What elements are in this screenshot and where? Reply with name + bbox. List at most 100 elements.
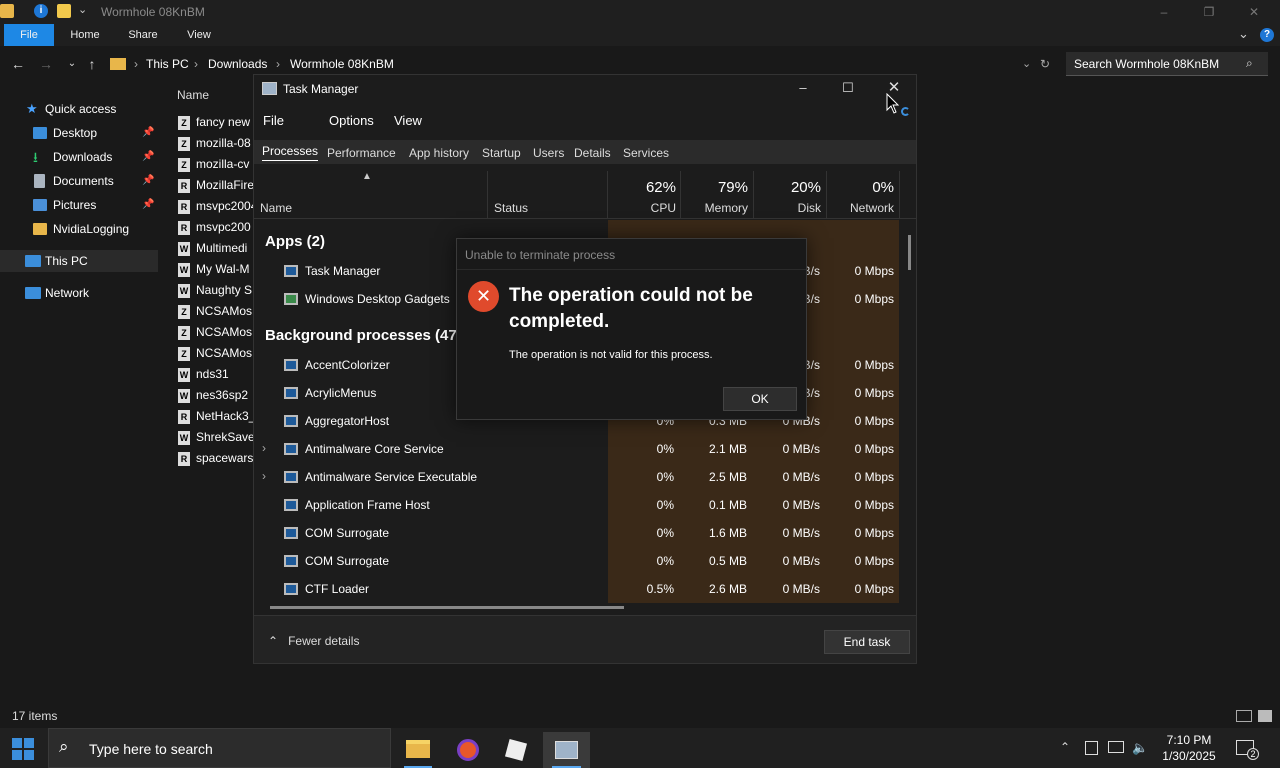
search-icon[interactable]: ⌕ xyxy=(1246,56,1253,71)
windows-start-icon[interactable] xyxy=(12,738,34,760)
tab-share[interactable]: Share xyxy=(120,24,166,46)
menu-view[interactable]: View xyxy=(394,113,422,128)
fewer-details-button[interactable]: ⌃ Fewer details xyxy=(268,634,359,648)
ok-button[interactable]: OK xyxy=(723,387,797,411)
nav-quick-access[interactable]: ★ Quick access xyxy=(0,98,158,120)
taskbar-clock[interactable]: 7:10 PM 1/30/2025 xyxy=(1156,732,1222,764)
tab-app-history[interactable]: App history xyxy=(409,146,469,160)
nav-desktop[interactable]: Desktop 📌 xyxy=(0,122,158,144)
chevron-down-icon[interactable]: ⌄ xyxy=(1022,57,1031,70)
memory-percent[interactable]: 79% xyxy=(684,179,748,196)
process-row[interactable]: › Antimalware Service Executable 0% 2.5 MB 0… xyxy=(254,463,899,491)
taskbar-firefox[interactable] xyxy=(446,732,490,768)
process-row[interactable]: COM Surrogate 0% 0.5 MB 0 MB/s 0 Mbps xyxy=(254,547,899,575)
nav-network[interactable]: Network xyxy=(0,282,158,304)
new-folder-icon[interactable] xyxy=(57,4,71,18)
process-row[interactable]: CTF Loader 0.5% 2.6 MB 0 MB/s 0 Mbps xyxy=(254,575,899,603)
file-item[interactable]: Rmsvpc2004 xyxy=(178,199,258,219)
properties-icon[interactable]: i xyxy=(34,4,48,18)
process-row[interactable]: › Antimalware Core Service 0% 2.1 MB 0 MB/s 0… xyxy=(254,435,899,463)
battery-icon[interactable] xyxy=(1085,741,1098,755)
file-item[interactable]: Zmozilla-cv xyxy=(178,157,258,177)
nav-pictures[interactable]: Pictures 📌 xyxy=(0,194,158,216)
close-icon[interactable]: ✕ xyxy=(1244,3,1264,21)
tab-home[interactable]: Home xyxy=(62,24,108,46)
minimize-icon[interactable]: – xyxy=(1154,3,1174,21)
chevron-down-icon[interactable]: ⌄ xyxy=(1238,26,1249,42)
expand-chevron-icon[interactable]: › xyxy=(262,441,266,455)
file-item[interactable]: W ShrekSave xyxy=(178,430,258,450)
menu-options[interactable]: Options xyxy=(329,113,374,128)
column-cpu[interactable]: CPU xyxy=(614,201,676,215)
file-item[interactable]: Zfancy new xyxy=(178,115,258,135)
file-item[interactable]: Z NCSAMos xyxy=(178,325,258,345)
process-row[interactable]: Application Frame Host 0% 0.1 MB 0 MB/s 0 Mb… xyxy=(254,491,899,519)
breadcrumb-downloads[interactable]: Downloads xyxy=(208,57,267,71)
file-item[interactable]: Wnds31 xyxy=(178,367,258,387)
nav-nvidialogging[interactable]: NvidiaLogging xyxy=(0,218,158,240)
column-header-name[interactable]: Name xyxy=(177,88,209,102)
taskbar-roblox[interactable] xyxy=(494,732,538,768)
tab-users[interactable]: Users xyxy=(533,146,564,160)
cpu-percent[interactable]: 62% xyxy=(614,179,676,196)
details-view-icon[interactable] xyxy=(1236,710,1252,722)
address-bar[interactable]: › This PC › Downloads › Wormhole 08KnBM … xyxy=(104,52,1058,76)
column-name[interactable]: Name xyxy=(260,201,292,215)
help-icon[interactable]: ? xyxy=(1260,28,1274,42)
large-icons-view-icon[interactable] xyxy=(1258,710,1272,722)
disk-percent[interactable]: 20% xyxy=(757,179,821,196)
maximize-icon[interactable]: ☐ xyxy=(833,78,863,98)
file-item[interactable]: Rspacewars xyxy=(178,451,258,471)
expand-chevron-icon[interactable]: › xyxy=(262,469,266,483)
tab-view[interactable]: View xyxy=(176,24,222,46)
search-box[interactable]: Search Wormhole 08KnBM ⌕ xyxy=(1066,52,1268,76)
network-percent[interactable]: 0% xyxy=(830,179,894,196)
taskbar-search[interactable]: ⌕ Type here to search xyxy=(48,728,391,768)
display-icon[interactable] xyxy=(1108,741,1124,753)
tab-services[interactable]: Services xyxy=(623,146,669,160)
breadcrumb-separator-icon[interactable]: › xyxy=(276,57,280,71)
nav-this-pc[interactable]: This PC xyxy=(0,250,158,272)
column-network[interactable]: Network xyxy=(830,201,894,215)
column-disk[interactable]: Disk xyxy=(757,201,821,215)
back-arrow-icon[interactable]: ← xyxy=(8,54,28,74)
tab-details[interactable]: Details xyxy=(574,146,611,160)
file-item[interactable]: R MozillaFire xyxy=(178,178,258,198)
menu-file[interactable]: File xyxy=(263,113,284,128)
file-item[interactable]: Z NCSAMos xyxy=(178,304,258,324)
column-memory[interactable]: Memory xyxy=(684,201,748,215)
tab-processes[interactable]: Processes xyxy=(262,144,319,161)
horizontal-scrollbar[interactable] xyxy=(270,606,624,609)
process-row[interactable]: COM Surrogate 0% 1.6 MB 0 MB/s 0 Mbps xyxy=(254,519,899,547)
volume-icon[interactable]: 🔈 xyxy=(1132,740,1148,756)
file-item[interactable]: W My Wal-M xyxy=(178,262,258,282)
tab-file[interactable]: File xyxy=(4,24,54,46)
taskbar-file-explorer[interactable] xyxy=(396,732,440,768)
forward-arrow-icon[interactable]: → xyxy=(36,54,56,74)
file-item[interactable]: W Naughty S xyxy=(178,283,258,303)
maximize-icon[interactable]: ❐ xyxy=(1199,3,1219,21)
up-arrow-icon[interactable]: ↑ xyxy=(82,54,102,74)
breadcrumb-current-folder[interactable]: Wormhole 08KnBM xyxy=(290,57,394,71)
nav-downloads[interactable]: ⭳ Downloads 📌 xyxy=(0,146,158,168)
nav-documents[interactable]: Documents 📌 xyxy=(0,170,158,192)
file-item[interactable]: W Multimedi xyxy=(178,241,258,261)
file-item[interactable]: Z NCSAMos xyxy=(178,346,258,366)
show-hidden-icons-chevron-icon[interactable]: ⌃ xyxy=(1060,740,1070,754)
column-status[interactable]: Status xyxy=(494,201,528,215)
file-item[interactable]: Zmozilla-08 xyxy=(178,136,258,156)
breadcrumb-separator-icon[interactable]: › xyxy=(194,57,198,71)
tab-performance[interactable]: Performance xyxy=(327,146,396,160)
chevron-down-icon[interactable]: ⌄ xyxy=(78,3,87,16)
minimize-icon[interactable]: – xyxy=(788,78,818,98)
recent-chevron-icon[interactable]: ⌄ xyxy=(62,54,82,74)
tab-startup[interactable]: Startup xyxy=(482,146,521,160)
taskbar-task-manager[interactable] xyxy=(543,732,590,768)
breadcrumb-separator-icon[interactable]: › xyxy=(134,57,138,71)
file-item[interactable]: R NetHack3_ xyxy=(178,409,258,429)
vertical-scrollbar[interactable] xyxy=(908,235,911,270)
file-item[interactable]: Wnes36sp2 xyxy=(178,388,258,408)
file-item[interactable]: Rmsvpc200 xyxy=(178,220,258,240)
breadcrumb-this-pc[interactable]: This PC xyxy=(146,57,189,71)
end-task-button[interactable]: End task xyxy=(824,630,910,654)
